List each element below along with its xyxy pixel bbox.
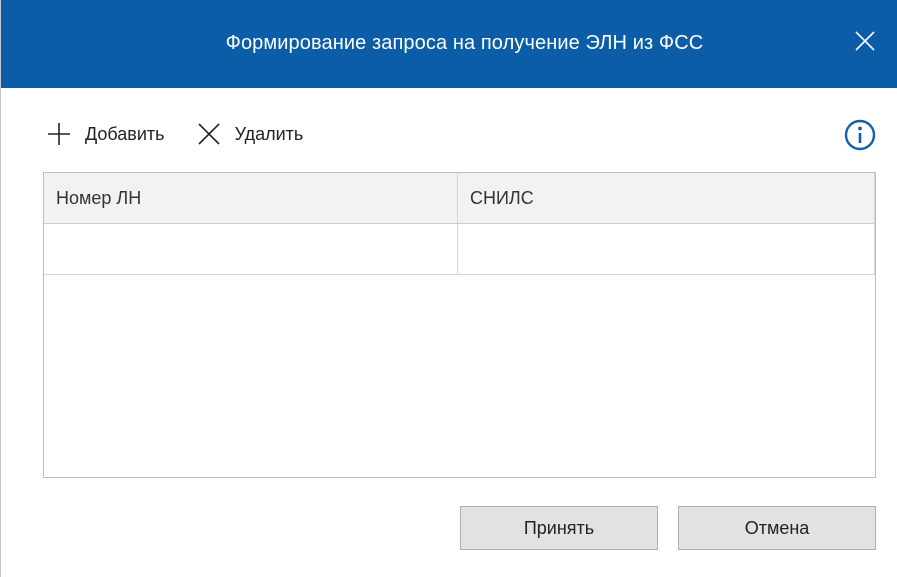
- grid-header: Номер ЛН СНИЛС: [44, 173, 875, 224]
- info-button[interactable]: [843, 118, 877, 152]
- x-icon: [193, 118, 225, 150]
- toolbar: Добавить Удалить: [43, 112, 331, 156]
- table-row[interactable]: [44, 224, 875, 275]
- cell-ln-number[interactable]: [44, 224, 458, 274]
- dialog-window: Формирование запроса на получение ЭЛН из…: [0, 0, 897, 577]
- add-button-label: Добавить: [85, 123, 165, 144]
- column-header-snils[interactable]: СНИЛС: [458, 173, 875, 223]
- data-grid: Номер ЛН СНИЛС: [43, 172, 876, 478]
- dialog-title: Формирование запроса на получение ЭЛН из…: [225, 32, 704, 54]
- close-icon: [854, 30, 876, 57]
- delete-button-label: Удалить: [234, 123, 304, 144]
- close-button[interactable]: [846, 24, 884, 62]
- add-button[interactable]: Добавить: [43, 118, 165, 150]
- cell-snils[interactable]: [458, 224, 875, 274]
- plus-icon: [43, 118, 75, 150]
- title-bar: Формирование запроса на получение ЭЛН из…: [1, 0, 897, 88]
- info-icon: [843, 119, 877, 156]
- delete-button[interactable]: Удалить: [193, 118, 304, 150]
- accept-button[interactable]: Принять: [460, 506, 658, 550]
- column-header-ln-number[interactable]: Номер ЛН: [44, 173, 458, 223]
- cancel-button[interactable]: Отмена: [678, 506, 876, 550]
